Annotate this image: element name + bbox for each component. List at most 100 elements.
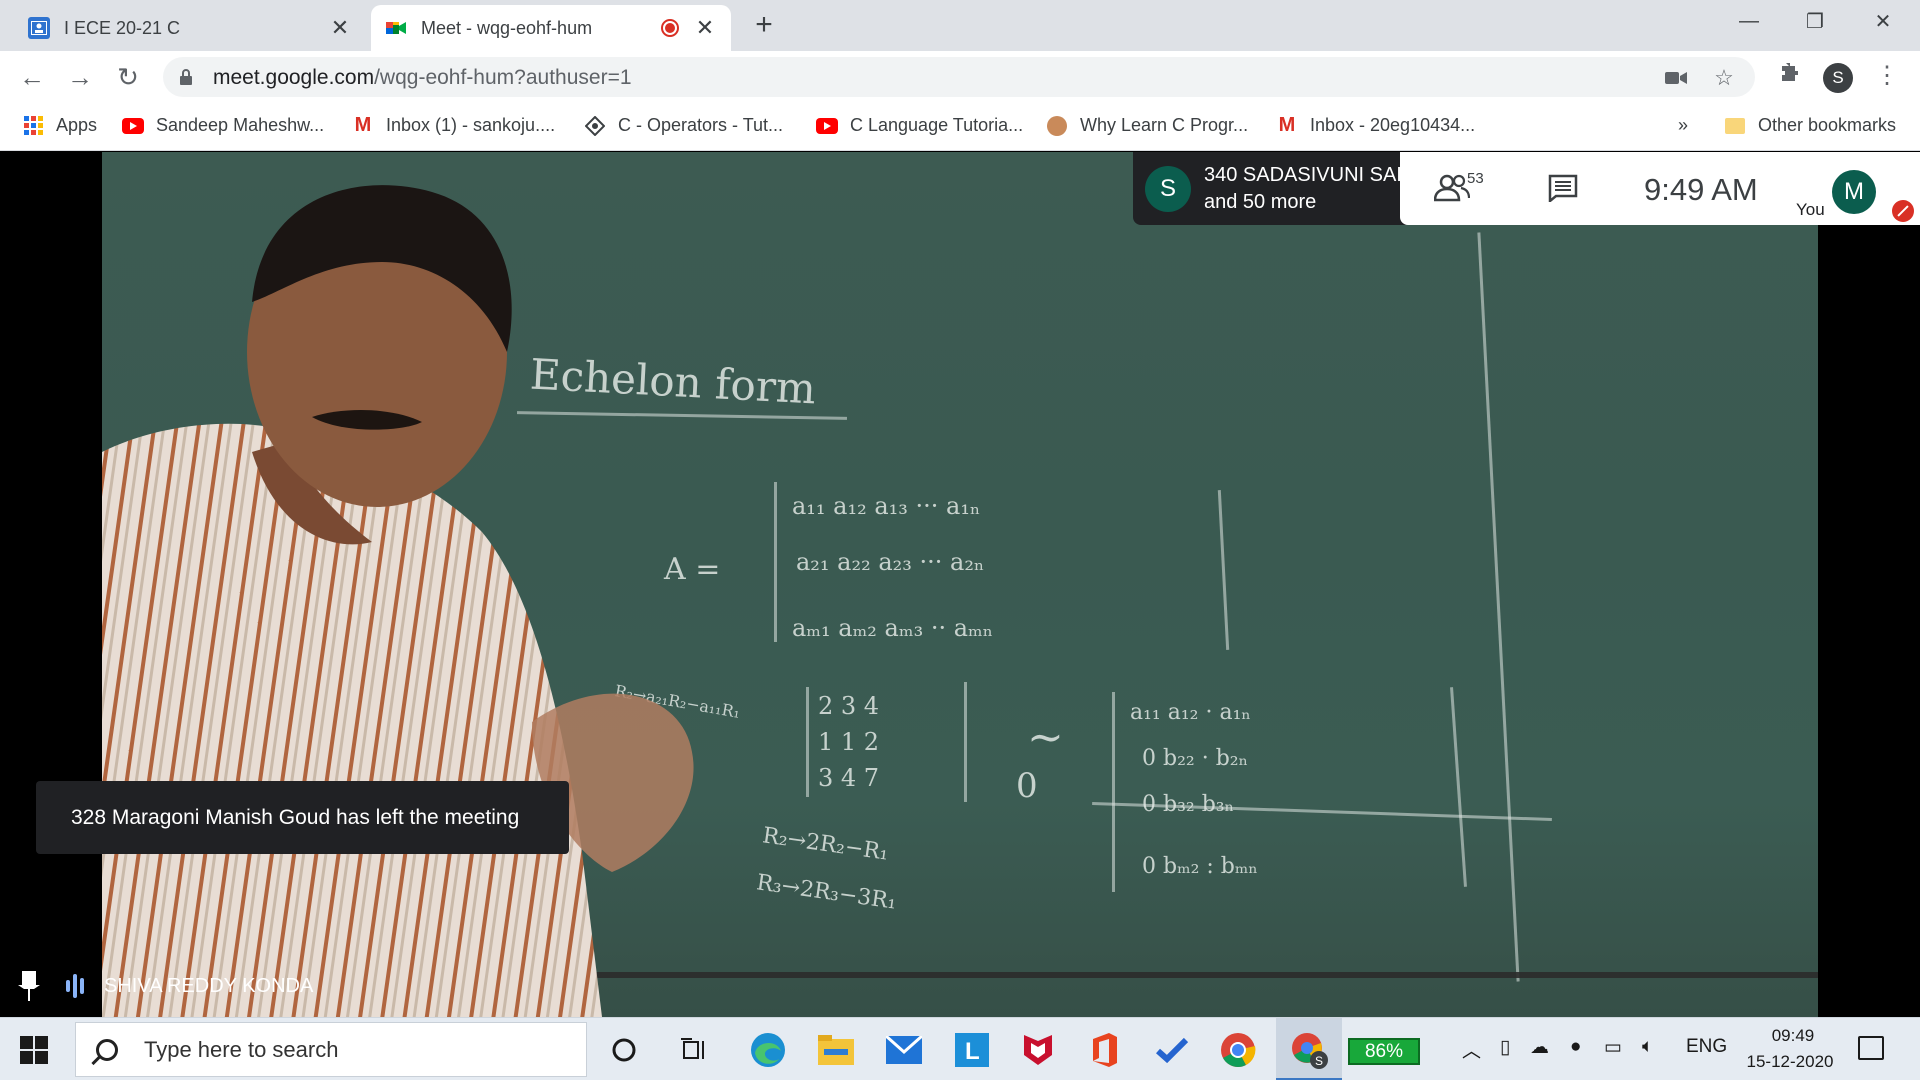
screen: I ECE 20-21 C ✕ Meet - wqg-eohf-hum ✕ + … — [0, 0, 1920, 1080]
close-tab-icon[interactable]: ✕ — [693, 15, 717, 41]
tab-title: I ECE 20-21 C — [64, 17, 181, 38]
windows-taskbar: Type here to search L S 86% ︿ ▯ ☁ ● ▭ 🔈︎… — [0, 1017, 1920, 1080]
youtube-icon — [816, 116, 838, 136]
search-placeholder: Type here to search — [144, 1036, 339, 1062]
bookmark-sandeep[interactable]: Sandeep Maheshw... — [122, 115, 324, 136]
close-tab-icon[interactable]: ✕ — [328, 15, 352, 41]
mail-icon[interactable] — [884, 1030, 924, 1070]
apps-grid-icon — [22, 116, 44, 136]
other-bookmarks-label: Other bookmarks — [1758, 115, 1897, 135]
leave-notification-toast: 328 Maragoni Manish Goud has left the me… — [36, 781, 569, 854]
avatar-icon — [1046, 115, 1068, 136]
bookmark-inbox-1[interactable]: M Inbox (1) - sankoju.... — [352, 114, 556, 136]
cortana-icon[interactable] — [604, 1030, 644, 1070]
small-matrix-row1: 2 3 4 — [818, 692, 880, 720]
office-icon[interactable] — [1084, 1030, 1124, 1070]
onedrive-icon[interactable]: ☁ — [1530, 1036, 1549, 1059]
camera-icon[interactable] — [1663, 65, 1689, 91]
meet-stage: Echelon form A = a₁₁ a₁₂ a₁₃ ··· a₁ₙ a₂₁… — [0, 152, 1920, 1017]
phone-icon[interactable]: ▯ — [1500, 1036, 1510, 1059]
audio-level-icon — [66, 974, 84, 998]
search-icon — [96, 1038, 118, 1061]
echelon-bracket-right — [1450, 687, 1467, 887]
reload-button[interactable]: ↻ — [110, 59, 146, 95]
small-matrix-row2: 1 1 2 — [818, 728, 880, 756]
board-zero: 0 — [1016, 766, 1038, 806]
restore-button[interactable]: ❐ — [1786, 0, 1844, 42]
self-avatar[interactable]: M — [1832, 170, 1876, 214]
small-matrix-right — [964, 682, 967, 802]
echelon-row1: a₁₁ a₁₂ · a₁ₙ — [1130, 700, 1251, 725]
file-explorer-icon[interactable] — [816, 1030, 856, 1070]
bookmark-why-learn-c[interactable]: Why Learn C Progr... — [1046, 115, 1248, 136]
board-tilde: ~ — [1027, 712, 1064, 763]
classroom-icon — [28, 17, 50, 39]
mic-off-icon — [1892, 200, 1914, 222]
url-host: meet.google.com — [213, 66, 375, 89]
chrome-profile-icon[interactable]: S — [1289, 1030, 1329, 1070]
bookmarks-bar: Apps Sandeep Maheshw... M Inbox (1) - sa… — [0, 103, 1920, 151]
pin-icon[interactable] — [18, 971, 40, 1001]
volume-icon[interactable]: 🔈︎ — [1642, 1036, 1653, 1058]
people-count: 53 — [1467, 170, 1484, 187]
bookmarks-overflow-button[interactable]: » — [1678, 115, 1688, 136]
tab-strip: I ECE 20-21 C ✕ Meet - wqg-eohf-hum ✕ + … — [0, 0, 1920, 51]
bookmark-apps[interactable]: Apps — [22, 115, 97, 136]
forward-button[interactable]: → — [62, 59, 98, 95]
matrix-a-row3: aₘ₁ aₘ₂ aₘ₃ ·· aₘₙ — [792, 614, 994, 642]
tray-overflow-icon[interactable]: ︿ — [1462, 1036, 1481, 1063]
presenter-figure — [102, 185, 694, 1017]
bookmark-star-icon[interactable]: ☆ — [1711, 65, 1737, 91]
svg-text:S: S — [1315, 1054, 1323, 1068]
menu-icon[interactable]: ⋮ — [1875, 61, 1899, 90]
battery-percentage-badge[interactable]: 86% — [1348, 1038, 1420, 1065]
participant-avatar: S — [1145, 166, 1191, 212]
taskbar-date[interactable]: 15-12-2020 — [1735, 1052, 1845, 1072]
gmail-icon: M — [1278, 114, 1296, 136]
microphone-icon[interactable]: ● — [1570, 1036, 1581, 1058]
board-divider — [1477, 232, 1520, 982]
battery-icon[interactable]: ▭ — [1604, 1036, 1622, 1059]
youtube-icon — [122, 116, 144, 136]
start-button[interactable] — [20, 1036, 48, 1064]
bookmark-label: Inbox - 20eg10434... — [1310, 115, 1476, 135]
small-matrix-row3: 3 4 7 — [818, 764, 880, 792]
bookmark-c-operators[interactable]: C - Operators - Tut... — [584, 115, 783, 136]
new-tab-button[interactable]: + — [748, 8, 780, 42]
profile-avatar[interactable]: S — [1823, 63, 1853, 93]
bookmark-label: Inbox (1) - sankoju.... — [386, 115, 556, 135]
edge-icon[interactable] — [748, 1030, 788, 1070]
task-view-icon[interactable] — [674, 1030, 714, 1070]
language-indicator[interactable]: ENG — [1686, 1036, 1727, 1058]
l-app-icon[interactable]: L — [952, 1030, 992, 1070]
url-path: /wqg-eohf-hum?authuser=1 — [374, 66, 632, 89]
tab-title: Meet - wqg-eohf-hum — [421, 17, 593, 38]
extensions-icon[interactable] — [1776, 59, 1802, 85]
meet-icon — [385, 17, 407, 39]
chat-icon[interactable] — [1548, 174, 1578, 202]
mcafee-icon[interactable] — [1018, 1030, 1058, 1070]
gmail-icon: M — [354, 114, 372, 136]
notifications-icon[interactable] — [1858, 1036, 1884, 1060]
meeting-clock: 9:49 AM — [1644, 172, 1758, 207]
todo-icon[interactable] — [1152, 1030, 1192, 1070]
taskbar-search[interactable]: Type here to search — [75, 1022, 587, 1077]
back-button[interactable]: ← — [14, 59, 50, 95]
people-icon[interactable] — [1434, 172, 1470, 202]
browser-toolbar: ← → ↻ meet.google.com/wqg-eohf-hum?authu… — [0, 51, 1920, 103]
svg-text:L: L — [965, 1038, 980, 1065]
taskbar-time[interactable]: 09:49 — [1758, 1026, 1828, 1046]
tab-meet[interactable]: Meet - wqg-eohf-hum ✕ — [371, 5, 731, 51]
bookmark-label: Sandeep Maheshw... — [156, 115, 325, 135]
tab-classroom[interactable]: I ECE 20-21 C ✕ — [14, 5, 366, 51]
close-window-button[interactable]: ✕ — [1854, 0, 1912, 42]
bookmark-label: Why Learn C Progr... — [1080, 115, 1249, 135]
bookmark-c-language[interactable]: C Language Tutoria... — [816, 115, 1023, 136]
matrix-a-row2: a₂₁ a₂₂ a₂₃ ··· a₂ₙ — [796, 548, 985, 576]
meet-top-bar: 53 9:49 AM You M — [1400, 152, 1920, 225]
chrome-icon[interactable] — [1218, 1030, 1258, 1070]
minimize-button[interactable]: — — [1720, 0, 1778, 42]
bookmark-inbox-2[interactable]: M Inbox - 20eg10434... — [1276, 114, 1476, 136]
address-bar[interactable]: meet.google.com/wqg-eohf-hum?authuser=1 … — [163, 57, 1755, 97]
other-bookmarks[interactable]: Other bookmarks — [1724, 115, 1896, 136]
